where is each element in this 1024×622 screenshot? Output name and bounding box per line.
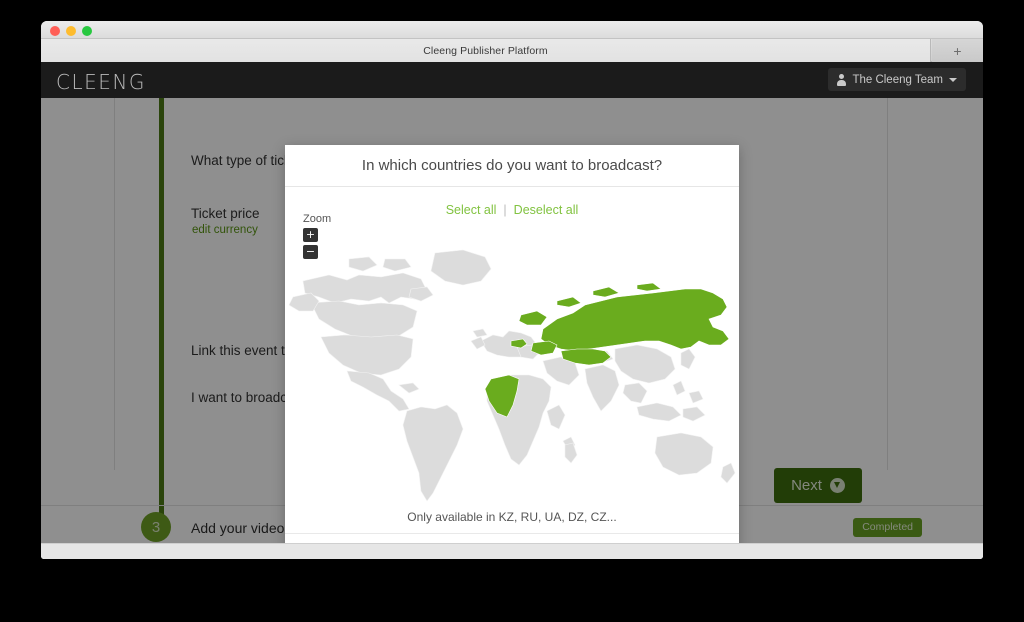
modal-footer: Save changes xyxy=(285,533,739,543)
zoom-label: Zoom xyxy=(303,213,332,225)
user-menu-button[interactable]: The Cleeng Team xyxy=(828,68,966,91)
maximize-window-button[interactable] xyxy=(82,26,92,36)
browser-tabstrip: Cleeng Publisher Platform + xyxy=(41,39,983,62)
modal-title: In which countries do you want to broadc… xyxy=(361,157,663,174)
user-menu-label: The Cleeng Team xyxy=(852,73,943,86)
zoom-in-button[interactable]: + xyxy=(303,228,318,242)
browser-window: Cleeng Publisher Platform + CLEENG The C… xyxy=(41,21,983,559)
browser-tab[interactable]: Cleeng Publisher Platform xyxy=(41,39,931,62)
world-map-svg[interactable] xyxy=(285,245,739,510)
modal-header: In which countries do you want to broadc… xyxy=(285,145,739,187)
deselect-all-link[interactable]: Deselect all xyxy=(514,203,579,217)
separator: | xyxy=(503,203,507,217)
availability-note: Only available in KZ, RU, UA, DZ, CZ... xyxy=(407,510,617,524)
minimize-window-button[interactable] xyxy=(66,26,76,36)
window-bottom-chrome xyxy=(41,543,983,559)
select-all-link[interactable]: Select all xyxy=(446,203,497,217)
unselected-countries[interactable] xyxy=(288,249,736,502)
close-window-button[interactable] xyxy=(50,26,60,36)
app-header: CLEENG The Cleeng Team xyxy=(41,62,983,98)
cleeng-logo: CLEENG xyxy=(56,70,146,94)
broadcast-countries-modal: In which countries do you want to broadc… xyxy=(285,145,739,543)
application-viewport: CLEENG The Cleeng Team What type of tick… xyxy=(41,62,983,559)
person-icon xyxy=(837,73,847,86)
select-actions: Select all | Deselect all xyxy=(285,203,739,217)
page-body: What type of ticket Ticket price edit cu… xyxy=(41,98,983,543)
tab-title: Cleeng Publisher Platform xyxy=(423,44,548,57)
world-map[interactable] xyxy=(285,245,739,510)
chevron-down-icon xyxy=(949,77,957,82)
new-tab-button[interactable]: + xyxy=(932,39,983,62)
window-titlebar xyxy=(41,21,983,39)
